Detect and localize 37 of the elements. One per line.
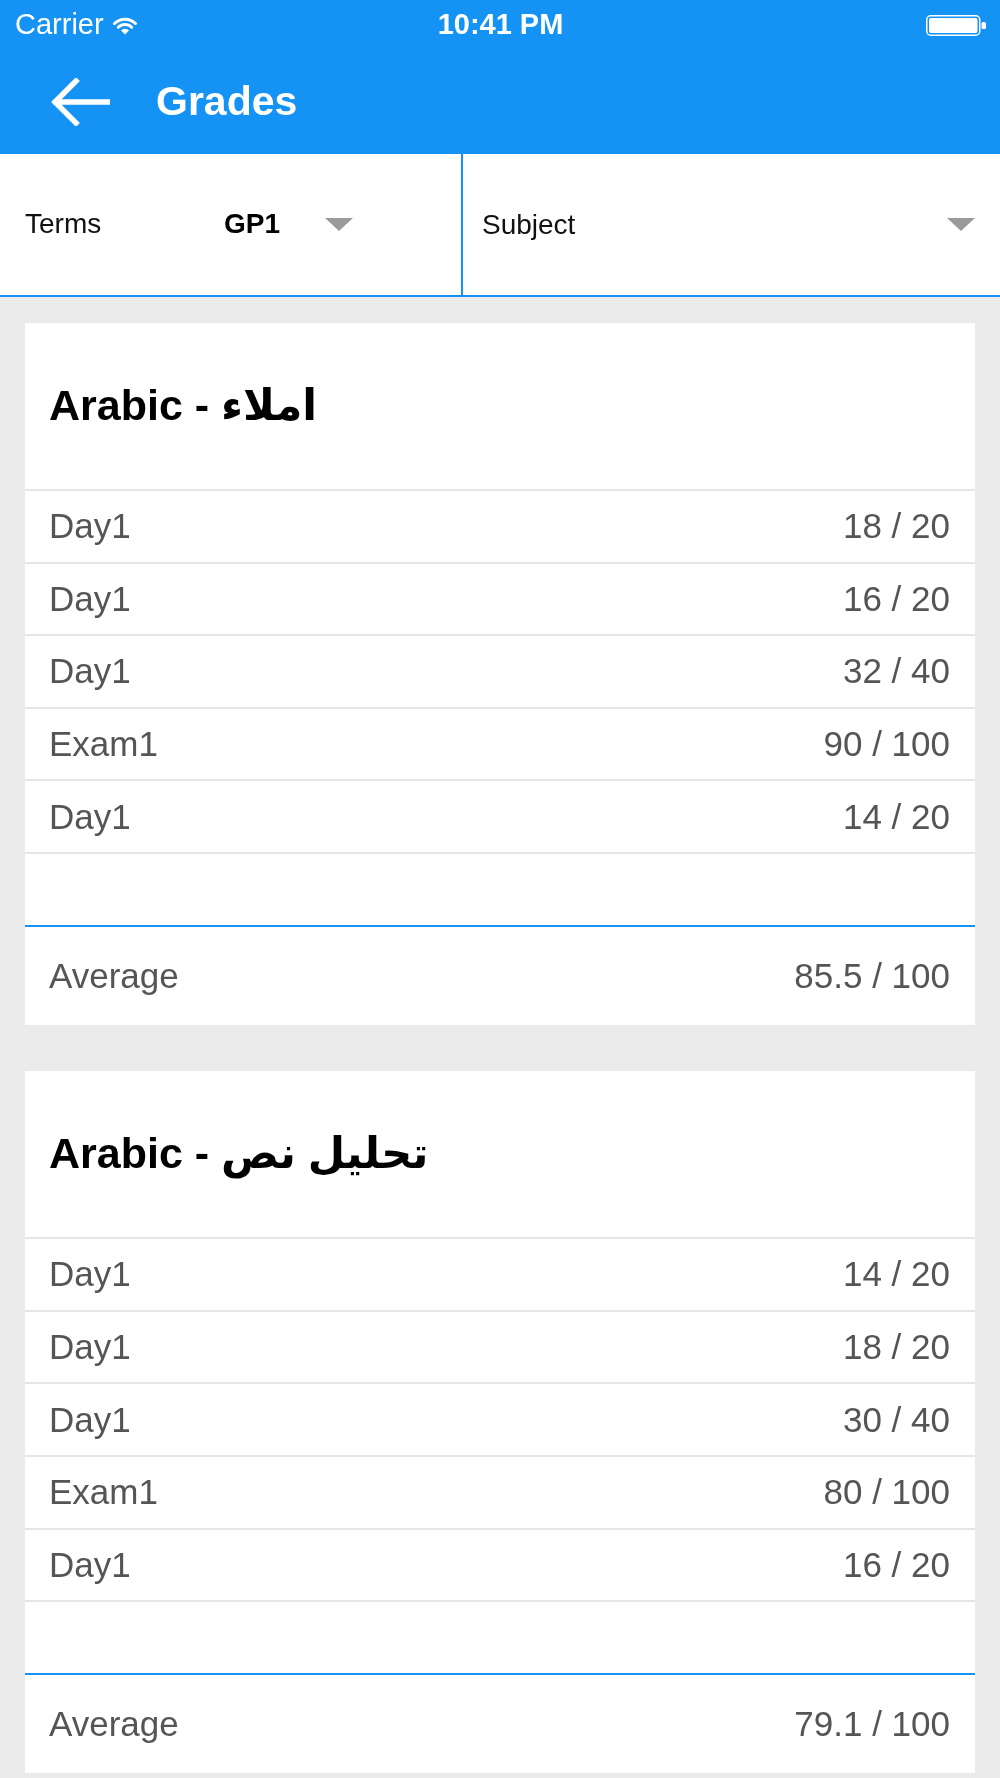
back-arrow-icon[interactable] xyxy=(49,78,110,126)
average-score: 85.5 / 100 xyxy=(794,955,950,996)
subject-title: Arabic - املاء xyxy=(49,380,318,432)
average-label: Average xyxy=(49,955,179,996)
grade-name: Day1 xyxy=(49,506,131,547)
screen-title: Grades xyxy=(156,79,298,125)
grade-score: 14 / 20 xyxy=(842,1254,950,1295)
status-time: 10:41 PM xyxy=(437,8,564,42)
grade-name: Day1 xyxy=(49,1254,131,1295)
caret-icon xyxy=(947,218,975,231)
grade-name: Day1 xyxy=(49,1544,131,1585)
average-label: Average xyxy=(49,1703,179,1745)
grade-name: Day1 xyxy=(49,1326,131,1368)
grade-name: Day1 xyxy=(49,651,131,692)
subject-title: Arabic - تحليل نص xyxy=(49,1128,429,1180)
grade-score: 80 / 100 xyxy=(823,1472,950,1513)
filter-label: Terms xyxy=(25,208,103,241)
filter-dropdown[interactable]: GP1 xyxy=(224,208,354,241)
grade-score: 30 / 40 xyxy=(842,1399,950,1440)
grade-score: 18 / 20 xyxy=(842,1326,950,1368)
grade-score: 90 / 100 xyxy=(823,723,950,765)
grade-score: 14 / 20 xyxy=(842,796,950,837)
grade-score: 32 / 40 xyxy=(842,651,950,692)
grade-score: 16 / 20 xyxy=(842,578,950,619)
grade-name: Exam1 xyxy=(49,1472,158,1513)
grade-name: Exam1 xyxy=(49,723,158,765)
average-score: 79.1 / 100 xyxy=(794,1703,950,1745)
grade-name: Day1 xyxy=(49,578,131,619)
wifi-icon xyxy=(111,15,138,35)
grade-score: 16 / 20 xyxy=(842,1544,950,1585)
grade-score: 18 / 20 xyxy=(842,506,950,547)
filter-dropdown[interactable]: Subject xyxy=(482,203,975,246)
grade-name: Day1 xyxy=(49,1399,131,1440)
battery-icon xyxy=(926,14,986,36)
grade-name: Day1 xyxy=(49,796,131,837)
carrier-name: Carrier xyxy=(15,8,104,42)
caret-icon xyxy=(325,218,354,231)
